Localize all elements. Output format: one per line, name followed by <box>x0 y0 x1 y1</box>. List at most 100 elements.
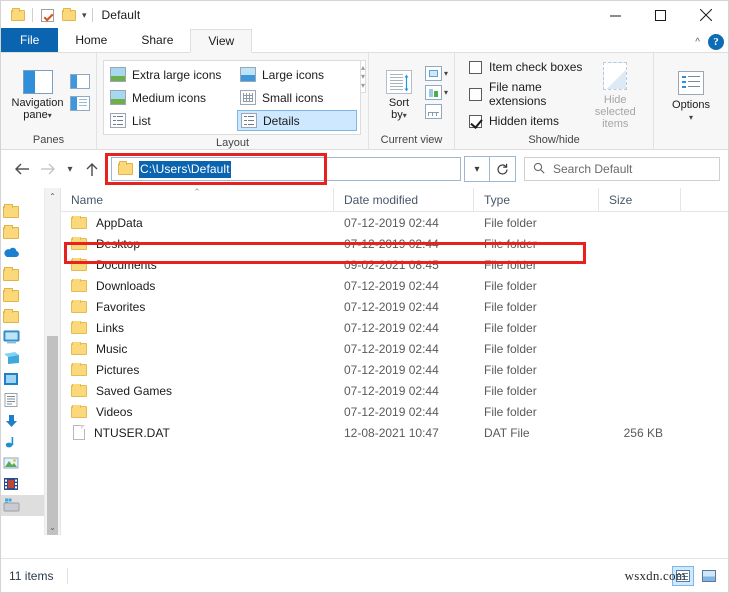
large-icons-view-button[interactable] <box>698 566 720 586</box>
address-input[interactable]: C:\Users\Default <box>111 157 461 181</box>
options-button[interactable]: Options ▾ <box>660 65 722 124</box>
column-header-size[interactable]: Size <box>599 188 681 212</box>
nav-item-documents-blue[interactable] <box>1 369 47 390</box>
tab-view[interactable]: View <box>190 29 253 53</box>
details-pane-button[interactable] <box>70 95 90 111</box>
recent-locations-button[interactable]: ▾ <box>61 156 79 182</box>
new-folder-icon[interactable] <box>58 4 80 26</box>
navigation-pane-scrollbar[interactable]: ⌃ ⌄ <box>44 188 60 535</box>
folder-icon[interactable] <box>7 4 29 26</box>
layout-option-large-icons[interactable]: Large icons <box>237 64 357 85</box>
checkbox-hidden-items[interactable]: Hidden items <box>469 114 583 128</box>
help-icon[interactable]: ? <box>708 34 724 50</box>
layout-option-small-icons[interactable]: Small icons <box>237 87 357 108</box>
properties-checkbox-icon[interactable] <box>36 4 58 26</box>
address-path-text[interactable]: C:\Users\Default <box>139 160 231 178</box>
address-dropdown-button[interactable]: ▾ <box>464 156 490 182</box>
chevron-down-icon[interactable]: ▾ <box>444 88 448 97</box>
maximize-button[interactable] <box>638 1 683 29</box>
refresh-button[interactable] <box>490 156 516 182</box>
layout-option-details[interactable]: Details <box>237 110 357 131</box>
layout-option-list[interactable]: List <box>107 110 233 131</box>
nav-item-pictures[interactable] <box>1 453 47 474</box>
nav-item[interactable] <box>1 264 47 285</box>
scroll-up-icon[interactable]: ⌃ <box>45 188 60 204</box>
table-row[interactable]: Links 07-12-2019 02:44 File folder <box>61 317 728 338</box>
table-row[interactable]: Documents 09-02-2021 08:45 File folder <box>61 254 728 275</box>
search-input[interactable]: Search Default <box>553 162 632 176</box>
hide-selected-items-button[interactable]: Hide selected items <box>583 56 647 130</box>
column-header-name[interactable]: ⌃ Name <box>61 188 334 212</box>
file-name: Desktop <box>96 236 141 251</box>
scrollbar-thumb[interactable] <box>47 336 58 535</box>
chevron-down-icon[interactable]: ▾ <box>689 113 693 122</box>
scroll-up-icon[interactable]: ▴ <box>361 63 365 72</box>
scroll-down-icon[interactable]: ▾ <box>361 72 365 81</box>
documents-blue-icon <box>3 372 19 388</box>
divider <box>67 567 69 584</box>
nav-item-onedrive[interactable] <box>1 243 47 264</box>
dat-file-icon <box>73 425 85 440</box>
table-row[interactable]: Favorites 07-12-2019 02:44 File folder <box>61 296 728 317</box>
nav-item[interactable] <box>1 306 47 327</box>
nav-item-this-pc[interactable] <box>1 327 47 348</box>
file-date: 07-12-2019 02:44 <box>344 362 439 377</box>
minimize-button[interactable] <box>593 1 638 29</box>
checkbox-icon[interactable] <box>469 60 482 74</box>
table-row[interactable]: Downloads 07-12-2019 02:44 File folder <box>61 275 728 296</box>
folder-icon <box>3 203 19 218</box>
table-row[interactable]: Desktop 07-12-2019 02:44 File folder <box>61 233 728 254</box>
group-by-button[interactable]: ▾ <box>424 85 448 100</box>
tab-home[interactable]: Home <box>58 28 125 52</box>
table-row[interactable]: NTUSER.DAT 12-08-2021 10:47 DAT File 256… <box>61 422 728 443</box>
column-header-date-modified[interactable]: Date modified <box>334 188 474 212</box>
nav-item-videos[interactable] <box>1 474 47 495</box>
column-header-type[interactable]: Type <box>474 188 599 212</box>
sort-by-button[interactable]: Sort by▾ <box>375 66 423 122</box>
gallery-expand-icon[interactable]: ▾ <box>361 81 365 90</box>
nav-item[interactable] <box>1 222 47 243</box>
checkbox-item-check-boxes[interactable]: Item check boxes <box>469 60 583 74</box>
table-row[interactable]: AppData 07-12-2019 02:44 File folder <box>61 212 728 233</box>
layout-option-extra-large-icons[interactable]: Extra large icons <box>107 64 233 85</box>
chevron-up-icon[interactable]: ^ <box>695 37 700 48</box>
checkbox-file-name-extensions[interactable]: File name extensions <box>469 80 583 108</box>
nav-item-local-disk[interactable] <box>1 495 47 516</box>
close-button[interactable] <box>683 1 728 29</box>
tab-share[interactable]: Share <box>124 28 191 52</box>
table-row[interactable]: Videos 07-12-2019 02:44 File folder <box>61 401 728 422</box>
scroll-down-icon[interactable]: ⌄ <box>45 519 60 535</box>
layout-gallery-scrollbar[interactable]: ▴ ▾ ▾ <box>361 60 367 93</box>
layout-option-medium-icons[interactable]: Medium icons <box>107 87 233 108</box>
table-row[interactable]: Saved Games 07-12-2019 02:44 File folder <box>61 380 728 401</box>
large-icons-view-icon <box>702 569 716 582</box>
nav-item[interactable] <box>1 201 47 222</box>
checkbox-checked-icon[interactable] <box>469 114 482 128</box>
size-all-columns-button[interactable] <box>424 104 448 119</box>
chevron-down-icon[interactable]: ▾ <box>48 111 52 120</box>
nav-item-music[interactable] <box>1 432 47 453</box>
table-row[interactable]: Pictures 07-12-2019 02:44 File folder <box>61 359 728 380</box>
checkbox-icon[interactable] <box>469 87 482 101</box>
nav-item[interactable] <box>1 285 47 306</box>
chevron-down-icon[interactable]: ▾ <box>403 111 407 120</box>
chevron-down-icon[interactable]: ▾ <box>82 10 87 20</box>
options-icon <box>678 70 704 95</box>
documents-icon <box>3 392 19 409</box>
nav-item-downloads[interactable] <box>1 411 47 432</box>
ribbon-group-options: Options ▾ <box>654 53 728 150</box>
navigation-pane-button[interactable]: Navigation pane▾ <box>7 66 68 122</box>
videos-icon <box>3 477 19 493</box>
add-columns-button[interactable]: ▾ <box>424 66 448 81</box>
tab-file[interactable]: File <box>1 28 59 52</box>
table-row[interactable]: Music 07-12-2019 02:44 File folder <box>61 338 728 359</box>
chevron-down-icon[interactable]: ▾ <box>444 69 448 78</box>
file-type: File folder <box>484 404 537 419</box>
back-button[interactable] <box>9 156 35 182</box>
nav-item-documents[interactable] <box>1 390 47 411</box>
nav-item-desktop[interactable] <box>1 348 47 369</box>
preview-pane-button[interactable] <box>70 73 90 89</box>
up-button[interactable] <box>79 156 105 182</box>
search-box[interactable]: Search Default <box>524 157 720 181</box>
forward-button[interactable] <box>35 156 61 182</box>
